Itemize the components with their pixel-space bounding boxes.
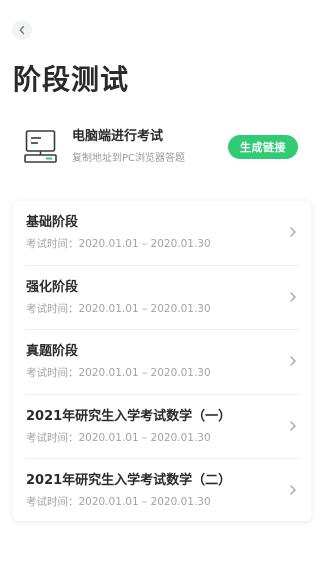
pc-exam-subtitle: 复制地址到PC浏览器答题 xyxy=(72,153,186,164)
chevron-left-icon xyxy=(19,25,25,35)
stage-name: 强化阶段 xyxy=(26,279,79,295)
stage-item-past-papers[interactable]: 真题阶段 考试时间：2020.01.01 – 2020.01.30 xyxy=(25,330,299,395)
stage-item-math-two[interactable]: 2021年研究生入学考试数学（二） 考试时间：2020.01.01 – 2020… xyxy=(25,459,299,524)
generate-link-button[interactable]: 生成链接 xyxy=(228,135,298,159)
stage-test-page: 阶段测试 电脑端进行考试 复制地址到PC浏览器答题 生成链接 基础阶段 考试时间… xyxy=(0,0,324,576)
pc-exam-row: 电脑端进行考试 复制地址到PC浏览器答题 生成链接 xyxy=(24,126,300,170)
stage-item-basic[interactable]: 基础阶段 考试时间：2020.01.01 – 2020.01.30 xyxy=(25,201,299,266)
chevron-right-icon xyxy=(290,356,296,366)
chevron-right-icon xyxy=(290,291,296,302)
stage-list-card: 基础阶段 考试时间：2020.01.01 – 2020.01.30 强化阶段 考… xyxy=(13,201,311,521)
stage-item-math-one[interactable]: 2021年研究生入学考试数学（一） 考试时间：2020.01.01 – 2020… xyxy=(25,395,299,460)
pc-exam-title: 电脑端进行考试 xyxy=(72,129,164,144)
stage-name: 2021年研究生入学考试数学（二） xyxy=(26,473,232,489)
back-button[interactable] xyxy=(12,20,32,40)
chevron-right-icon xyxy=(290,227,296,237)
computer-icon xyxy=(24,130,57,163)
stage-item-intensive[interactable]: 强化阶段 考试时间：2020.01.01 – 2020.01.30 xyxy=(25,266,299,331)
chevron-right-icon xyxy=(290,421,296,431)
page-title: 阶段测试 xyxy=(13,63,130,96)
stage-time: 考试时间：2020.01.01 – 2020.01.30 xyxy=(26,367,211,380)
stage-name: 2021年研究生入学考试数学（一） xyxy=(26,408,232,424)
stage-name: 真题阶段 xyxy=(26,344,79,360)
stage-time: 考试时间：2020.01.01 – 2020.01.30 xyxy=(26,496,211,509)
pc-exam-text: 电脑端进行考试 复制地址到PC浏览器答题 xyxy=(72,128,185,167)
stage-time: 考试时间：2020.01.01 – 2020.01.30 xyxy=(26,431,211,444)
stage-name: 基础阶段 xyxy=(26,215,79,230)
chevron-right-icon xyxy=(290,485,296,496)
stage-time: 考试时间：2020.01.01 – 2020.01.30 xyxy=(26,302,211,315)
stage-time: 考试时间：2020.01.01 – 2020.01.30 xyxy=(26,238,211,250)
